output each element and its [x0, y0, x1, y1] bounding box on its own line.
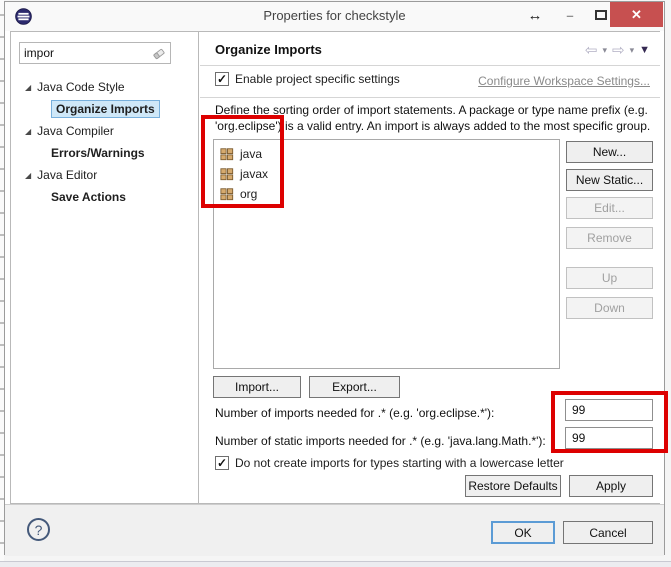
- imports-threshold-label: Number of imports needed for .* (e.g. 'o…: [215, 406, 494, 420]
- clear-filter-icon[interactable]: [152, 47, 166, 61]
- sidebar: ◢ Java Code Style Organize Imports ◢ Jav…: [11, 32, 199, 503]
- new-static-button[interactable]: New Static...: [566, 169, 653, 191]
- back-icon[interactable]: ⇦: [585, 41, 598, 59]
- selected-tree-label[interactable]: Organize Imports: [51, 100, 160, 118]
- help-button[interactable]: ?: [27, 518, 50, 541]
- dialog-footer: ? OK Cancel: [5, 504, 664, 556]
- close-button[interactable]: ✕: [610, 2, 663, 27]
- history-nav: ⇦ ▾ ⇨ ▾ ▼: [585, 41, 650, 59]
- forward-dropdown-icon[interactable]: ▾: [630, 45, 635, 56]
- lowercase-imports-label: Do not create imports for types starting…: [235, 456, 564, 470]
- minimize-button[interactable]: –: [557, 2, 583, 28]
- back-dropdown-icon[interactable]: ▾: [602, 45, 607, 56]
- import-button[interactable]: Import...: [213, 376, 301, 398]
- static-imports-threshold-label: Number of static imports needed for .* (…: [215, 434, 546, 448]
- new-button[interactable]: New...: [566, 141, 653, 163]
- tree-label: Java Editor: [37, 168, 97, 182]
- page-title: Organize Imports: [215, 42, 322, 57]
- sidebar-item-errors-warnings[interactable]: Errors/Warnings: [11, 142, 198, 164]
- restore-defaults-button[interactable]: Restore Defaults: [465, 475, 561, 497]
- expander-icon[interactable]: ◢: [25, 127, 31, 136]
- lowercase-imports-row[interactable]: ✓ Do not create imports for types starti…: [215, 456, 564, 470]
- down-button: Down: [566, 297, 653, 319]
- enable-project-settings-row[interactable]: ✓ Enable project specific settings: [215, 72, 400, 86]
- apply-button[interactable]: Apply: [569, 475, 653, 497]
- search-input[interactable]: [24, 44, 148, 62]
- expander-icon[interactable]: ◢: [25, 83, 31, 92]
- tree-label: Java Code Style: [37, 80, 124, 94]
- sidebar-item-save-actions[interactable]: Save Actions: [11, 186, 198, 208]
- preferences-tree: ◢ Java Code Style Organize Imports ◢ Jav…: [11, 76, 198, 208]
- tree-label: Errors/Warnings: [51, 146, 145, 160]
- export-button[interactable]: Export...: [309, 376, 400, 398]
- titlebar[interactable]: Properties for checkstyle ↔ – ✕: [5, 2, 664, 31]
- background-window-edge: [0, 561, 671, 567]
- sidebar-item-organize-imports[interactable]: Organize Imports: [11, 98, 198, 120]
- forward-icon[interactable]: ⇨: [612, 41, 625, 59]
- sidebar-item-java-editor[interactable]: ◢ Java Editor: [11, 164, 198, 186]
- view-menu-icon[interactable]: ▼: [639, 44, 650, 56]
- tree-label: Java Compiler: [37, 124, 114, 138]
- restore-size-icon[interactable]: ↔: [522, 2, 548, 28]
- tree-label: Save Actions: [51, 190, 126, 204]
- filter-search-box[interactable]: [19, 42, 171, 64]
- maximize-icon: [595, 10, 607, 20]
- edit-button: Edit...: [566, 197, 653, 219]
- enable-project-settings-checkbox[interactable]: ✓: [215, 72, 229, 86]
- cancel-button[interactable]: Cancel: [563, 521, 653, 544]
- lowercase-imports-checkbox[interactable]: ✓: [215, 456, 229, 470]
- separator: [200, 97, 660, 98]
- remove-button: Remove: [566, 227, 653, 249]
- expander-icon[interactable]: ◢: [25, 171, 31, 180]
- annotation-box-threshold-values: [551, 391, 668, 453]
- sidebar-item-java-code-style[interactable]: ◢ Java Code Style: [11, 76, 198, 98]
- annotation-box-import-groups: [201, 115, 284, 208]
- properties-dialog: Properties for checkstyle ↔ – ✕ ◢ Java C: [4, 1, 665, 555]
- ok-button[interactable]: OK: [491, 521, 555, 544]
- up-button: Up: [566, 267, 653, 289]
- configure-workspace-settings-link[interactable]: Configure Workspace Settings...: [478, 74, 650, 88]
- enable-project-settings-label: Enable project specific settings: [235, 72, 400, 86]
- separator: [200, 65, 660, 66]
- sidebar-item-java-compiler[interactable]: ◢ Java Compiler: [11, 120, 198, 142]
